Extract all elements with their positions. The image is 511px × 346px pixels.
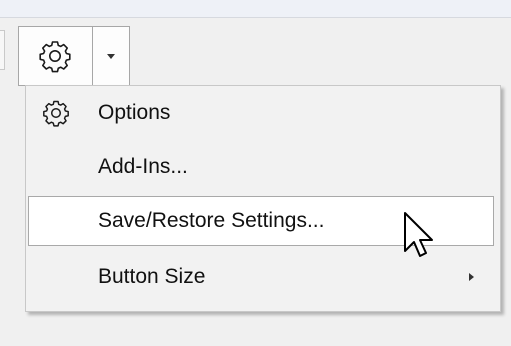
settings-menu: Options Add-Ins... Save/Restore Settings…: [25, 85, 501, 312]
chevron-right-icon: [469, 273, 474, 281]
settings-dropdown-button[interactable]: [93, 27, 129, 85]
gear-icon: [39, 41, 71, 73]
menu-item-button-size[interactable]: Button Size: [28, 252, 494, 302]
title-strip: [0, 0, 511, 18]
previous-toolbar-button-edge[interactable]: [0, 30, 5, 70]
gear-icon: [43, 100, 69, 127]
settings-button[interactable]: [19, 27, 91, 85]
menu-item-add-ins[interactable]: Add-Ins...: [28, 142, 494, 192]
menu-item-label: Save/Restore Settings...: [98, 209, 325, 232]
menu-item-label: Options: [98, 101, 171, 124]
settings-split-button[interactable]: [18, 26, 130, 86]
chevron-down-icon: [107, 53, 115, 59]
menu-item-label: Add-Ins...: [98, 155, 188, 178]
menu-item-label: Button Size: [98, 265, 206, 288]
menu-item-options[interactable]: Options: [28, 88, 494, 138]
menu-item-save-restore-settings[interactable]: Save/Restore Settings...: [28, 196, 494, 246]
